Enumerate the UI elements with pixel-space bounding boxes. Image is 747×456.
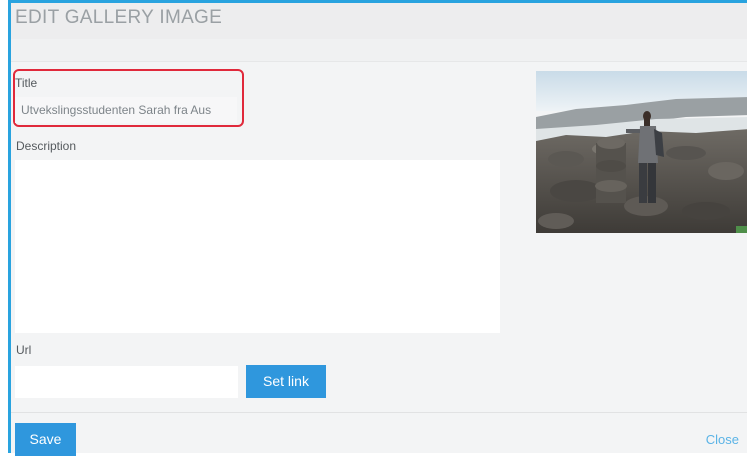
save-button[interactable]: Save: [15, 423, 76, 456]
gallery-image-preview: [536, 71, 747, 233]
edit-gallery-image-dialog: EDIT GALLERY IMAGE Title Description Url…: [8, 0, 747, 456]
url-input[interactable]: [15, 366, 238, 398]
footer-divider: [11, 412, 747, 413]
description-textarea[interactable]: [15, 160, 500, 333]
set-link-button[interactable]: Set link: [246, 365, 326, 398]
description-label: Description: [16, 139, 77, 153]
dialog-title: EDIT GALLERY IMAGE: [15, 7, 223, 28]
url-label: Url: [16, 343, 32, 357]
title-label: Title: [15, 76, 38, 90]
header-divider: [11, 39, 747, 62]
close-link[interactable]: Close: [706, 432, 739, 447]
title-input[interactable]: [15, 97, 237, 123]
dialog-header: EDIT GALLERY IMAGE: [11, 3, 747, 40]
